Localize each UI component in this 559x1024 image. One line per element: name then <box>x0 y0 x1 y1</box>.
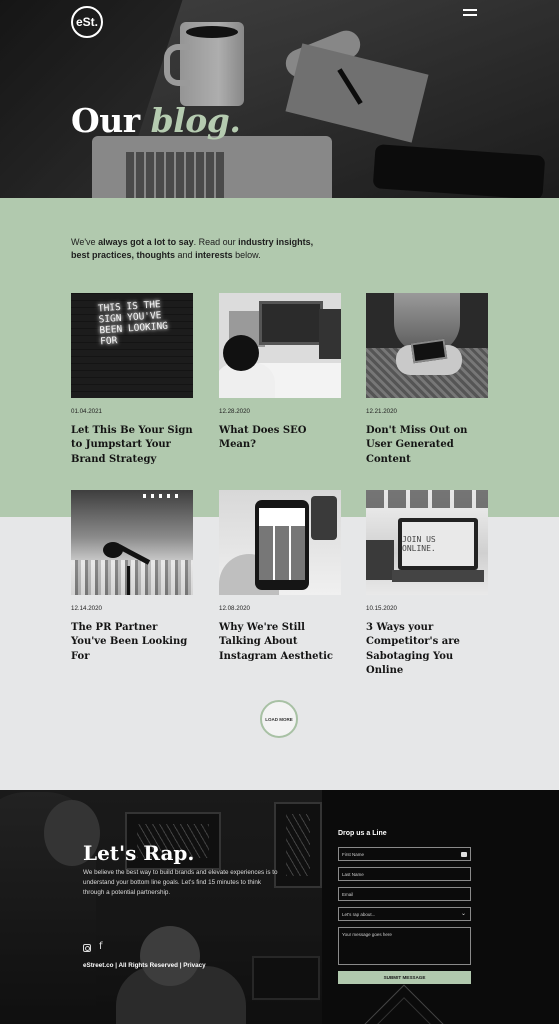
post-title[interactable]: Let This Be Your Sign to Jumpstart Your … <box>71 424 193 467</box>
post-date: 12.21.2020 <box>366 408 397 415</box>
contact-form: Drop us a Line First Name Last Name Emai… <box>338 830 471 984</box>
post-date: 10.15.2020 <box>366 605 397 612</box>
first-name-field[interactable]: First Name <box>338 847 471 861</box>
logo[interactable]: eSt. <box>71 6 103 38</box>
title-main: Our <box>71 101 140 140</box>
contact-card-icon <box>461 851 467 857</box>
post-date: 01.04.2021 <box>71 408 102 415</box>
message-field[interactable]: Your message goes here <box>338 927 471 965</box>
post-date: 12.14.2020 <box>71 605 102 612</box>
post-thumbnail-phone[interactable] <box>366 293 488 398</box>
neon-sign-text: THIS IS THE SIGN YOU'VE BEEN LOOKING FOR <box>97 299 169 348</box>
post-title[interactable]: 3 Ways your Competitor's are Sabotaging … <box>366 621 488 679</box>
post-title[interactable]: The PR Partner You've Been Looking For <box>71 621 193 664</box>
post-card[interactable]: JOIN US ONLINE. 10.15.2020 3 Ways your C… <box>366 490 488 679</box>
submit-message-button[interactable]: SUBMIT MESSAGE <box>338 971 471 984</box>
menu-icon[interactable] <box>463 9 477 18</box>
title-accent: blog. <box>150 101 241 140</box>
post-card[interactable]: 12.08.2020 Why We're Still Talking About… <box>219 490 341 664</box>
blog-intro: We've always got a lot to say. Read our … <box>71 237 314 260</box>
post-title[interactable]: Don't Miss Out on User Generated Content <box>366 424 488 467</box>
post-card[interactable]: 12.14.2020 The PR Partner You've Been Lo… <box>71 490 193 664</box>
post-card[interactable]: 12.28.2020 What Does SEO Mean? <box>219 293 341 453</box>
facebook-icon[interactable]: f <box>99 941 103 952</box>
page-title: Our blog. <box>71 101 241 140</box>
post-card[interactable]: THIS IS THE SIGN YOU'VE BEEN LOOKING FOR… <box>71 293 193 467</box>
post-title[interactable]: What Does SEO Mean? <box>219 424 341 453</box>
footer: Let's Rap. We believe the best way to bu… <box>0 790 559 1024</box>
instagram-icon[interactable] <box>83 944 91 952</box>
chevron-down-icon: ⌄ <box>460 911 466 917</box>
post-card[interactable]: 12.21.2020 Don't Miss Out on User Genera… <box>366 293 488 467</box>
post-title[interactable]: Why We're Still Talking About Instagram … <box>219 621 341 664</box>
footer-legal[interactable]: eStreet.co | All Rights Reserved | Priva… <box>83 962 206 969</box>
footer-title: Let's Rap. <box>83 841 195 865</box>
footer-text: We believe the best way to build brands … <box>83 869 278 897</box>
post-date: 12.08.2020 <box>219 605 250 612</box>
post-thumbnail-microphone[interactable] <box>71 490 193 595</box>
post-thumbnail-instagram[interactable] <box>219 490 341 595</box>
post-thumbnail-office[interactable] <box>219 293 341 398</box>
topic-select[interactable]: Let's rap about... ⌄ <box>338 907 471 921</box>
footer-photo <box>0 790 322 1024</box>
post-thumbnail-neon-sign[interactable]: THIS IS THE SIGN YOU'VE BEEN LOOKING FOR <box>71 293 193 398</box>
load-more-button[interactable]: LOAD MORE <box>260 700 298 738</box>
post-thumbnail-laptop[interactable]: JOIN US ONLINE. <box>366 490 488 595</box>
laptop-screen-text: JOIN US ONLINE. <box>402 522 474 566</box>
form-title: Drop us a Line <box>338 830 387 837</box>
email-field[interactable]: Email <box>338 887 471 901</box>
last-name-field[interactable]: Last Name <box>338 867 471 881</box>
post-date: 12.28.2020 <box>219 408 250 415</box>
